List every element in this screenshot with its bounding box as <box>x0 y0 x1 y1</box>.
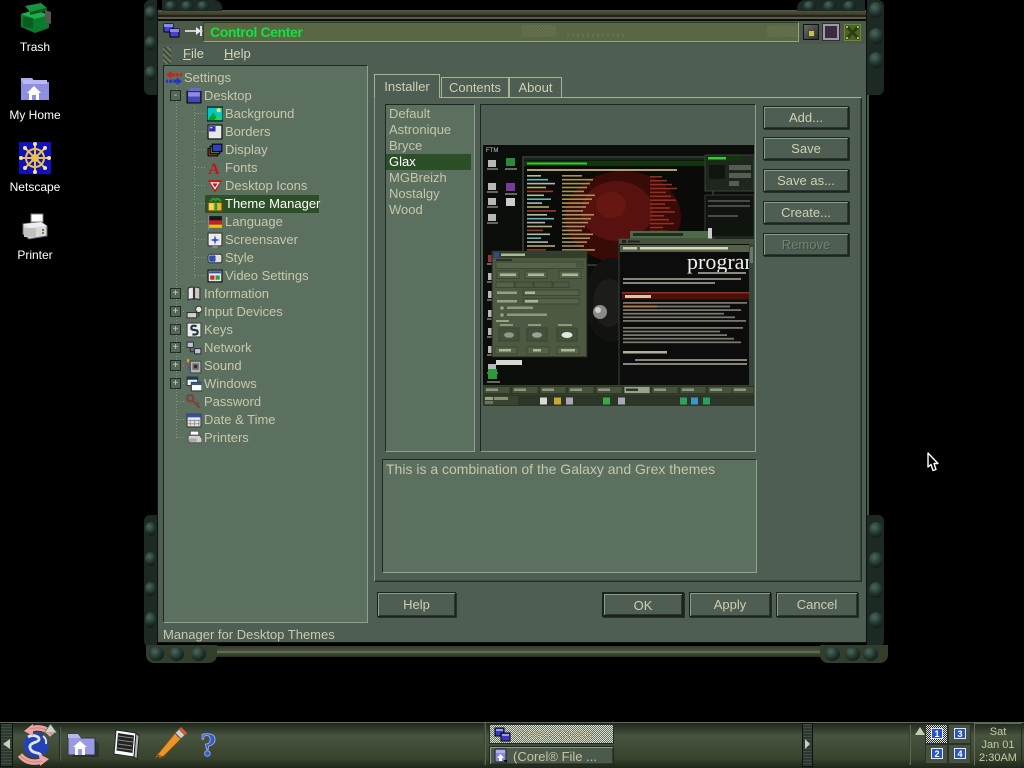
svg-text:?: ? <box>200 727 217 764</box>
svg-text:A: A <box>208 161 220 176</box>
svg-text:FTM: FTM <box>486 148 498 154</box>
svg-text:programm: programm <box>687 249 754 274</box>
